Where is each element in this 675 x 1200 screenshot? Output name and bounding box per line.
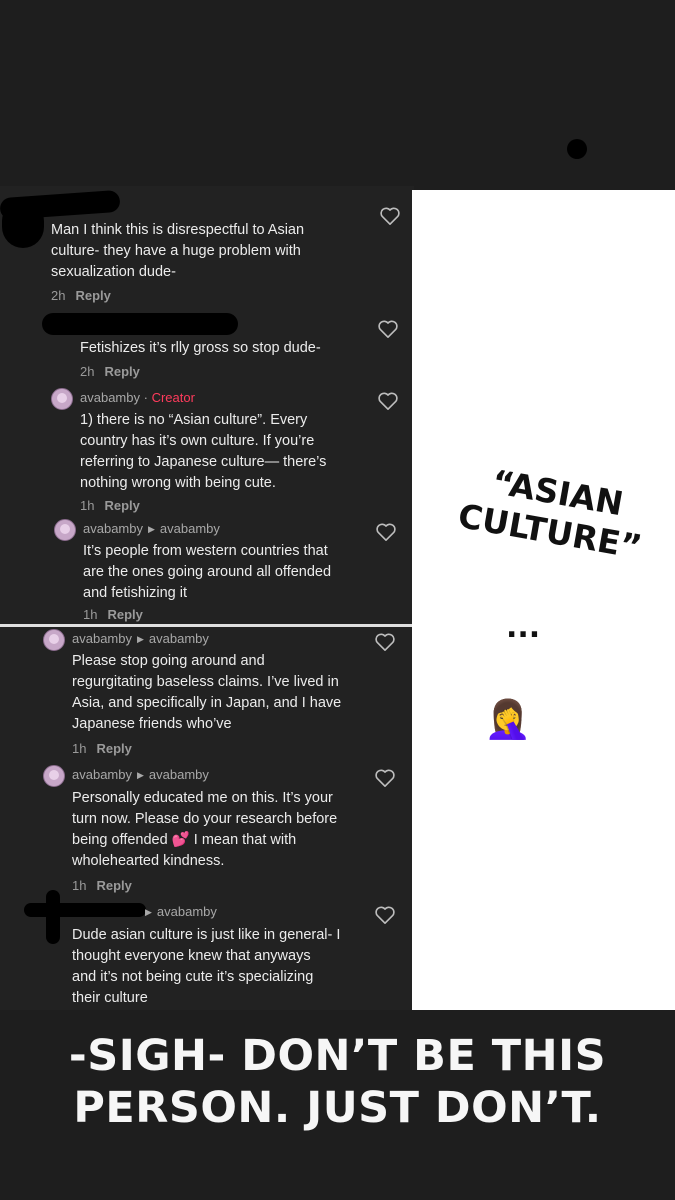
triangle-right-icon: ▶ [145, 907, 152, 917]
reply-button[interactable]: Reply [75, 288, 110, 303]
avatar[interactable] [43, 629, 65, 651]
heart-outline-icon[interactable] [377, 319, 399, 339]
redacted-username-scribble [24, 903, 146, 917]
comment-time: 1h [83, 607, 98, 622]
reply-button[interactable]: Reply [104, 498, 139, 513]
comment-text: Fetishizes it’s rlly gross so stop dude- [80, 340, 321, 356]
reply-button[interactable]: Reply [96, 741, 131, 756]
ellipsis-text: ... [506, 610, 541, 645]
comment-username[interactable]: ▶ avabamby [140, 904, 217, 919]
comment-username[interactable]: avabamby ▶ avabamby [83, 521, 220, 536]
redacted-username-scribble [42, 313, 238, 335]
avatar[interactable] [54, 519, 76, 541]
avatar[interactable] [43, 765, 65, 787]
reply-button[interactable]: Reply [96, 878, 131, 893]
heart-outline-icon[interactable] [374, 905, 396, 925]
avatar[interactable] [51, 388, 73, 410]
comment-text: It’s people from western countries that … [83, 543, 332, 601]
comment-time: 2h [51, 288, 66, 303]
heart-outline-icon[interactable] [379, 206, 401, 226]
triangle-right-icon: ▶ [147, 524, 155, 534]
comment-text: Personally educated me on this. It’s you… [72, 790, 338, 869]
bottom-caption: -SIGH- DON’T BE THIS PERSON. JUST DON’T. [68, 1031, 607, 1133]
screenshot-divider [0, 624, 414, 627]
reply-button[interactable]: Reply [107, 607, 142, 622]
comment-meta: 1h Reply [80, 498, 140, 513]
redacted-avatar-scribble [2, 200, 44, 248]
comment-time: 1h [72, 741, 87, 756]
comment-text: Dude asian culture is just like in gener… [72, 927, 341, 1006]
comment-time: 1h [80, 498, 95, 513]
black-dot [567, 139, 587, 159]
comment-time: 2h [80, 364, 95, 379]
heart-outline-icon[interactable] [374, 632, 396, 652]
creator-badge: Creator [151, 390, 195, 405]
comment-text: 1) there is no “Asian culture”. Every co… [80, 412, 327, 491]
triangle-right-icon: ▶ [136, 770, 144, 780]
comment-meta: 2h Reply [80, 364, 140, 379]
facepalm-emoji: 🤦‍♀️ [484, 699, 532, 741]
heart-outline-icon[interactable] [374, 768, 396, 788]
comment-username[interactable]: avabamby ▶ avabamby [72, 631, 209, 646]
reply-button[interactable]: Reply [104, 364, 139, 379]
comment-text: Man I think this is disrespectful to Asi… [51, 222, 305, 280]
comment-meta: 1h Reply [72, 741, 132, 756]
comment-text: Please stop going around and regurgitati… [72, 653, 342, 732]
triangle-right-icon: ▶ [136, 634, 144, 644]
heart-outline-icon[interactable] [377, 391, 399, 411]
redacted-avatar-scribble [46, 890, 60, 944]
comment-meta: 1h Reply [72, 878, 132, 893]
comment-time: 1h [72, 878, 87, 893]
comment-meta: 1h Reply [83, 607, 143, 622]
comment-username[interactable]: avabamby ▶ avabamby [72, 767, 209, 782]
white-note-panel [412, 190, 675, 1010]
comment-meta: 2h Reply [51, 288, 111, 303]
heart-outline-icon[interactable] [375, 522, 397, 542]
comment-username[interactable]: avabamby · Creator [80, 390, 195, 405]
